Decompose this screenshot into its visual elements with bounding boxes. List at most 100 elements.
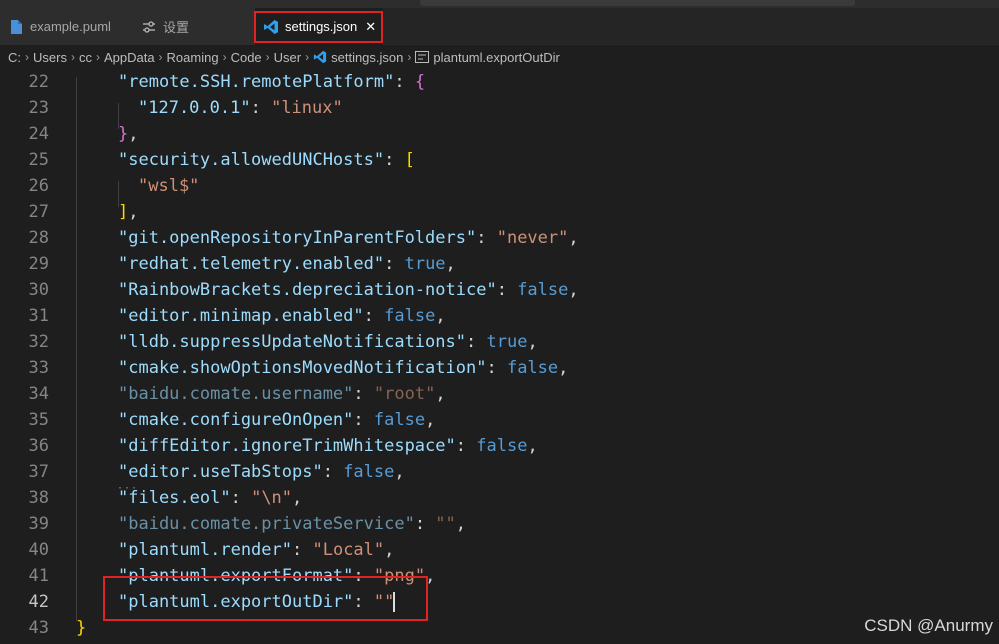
code-line[interactable]: 35 "cmake.configureOnOpen": false, <box>0 407 999 433</box>
vscode-icon <box>263 19 279 35</box>
file-icon <box>8 19 24 35</box>
code-line[interactable]: 34 "baidu.comate.username": "root", <box>0 381 999 407</box>
code-token: : <box>353 566 374 586</box>
code-token: false <box>373 410 426 430</box>
code-token: : <box>353 410 374 430</box>
code-token: , <box>435 384 446 404</box>
line-number: 27 <box>28 202 49 222</box>
breadcrumb-label: Code <box>230 49 262 65</box>
code-token: "redhat.telemetry.enabled" <box>118 254 385 274</box>
breadcrumb-label: User <box>273 49 302 65</box>
code-editor[interactable]: ··· 22 "remote.SSH.remotePlatform": {23 "1… <box>0 69 999 644</box>
code-line[interactable]: 41 "plantuml.exportFormat": "png", <box>0 563 999 589</box>
breadcrumb-label: Users <box>33 49 67 65</box>
code-token: "wsl$" <box>138 176 200 196</box>
close-icon[interactable]: ✕ <box>365 19 376 35</box>
tab-label: example.puml <box>30 19 111 34</box>
tab-settings-ui[interactable]: 设置 <box>133 8 255 45</box>
code-token: , <box>455 514 467 534</box>
tab-scrollbar[interactable] <box>420 0 855 6</box>
line-number: 36 <box>28 436 49 456</box>
breadcrumb-item[interactable]: Code <box>231 50 262 65</box>
code-line[interactable]: 23 "127.0.0.1": "linux" <box>0 95 999 121</box>
code-token: "security.allowedUNCHosts" <box>118 150 385 170</box>
code-token: , <box>425 566 436 586</box>
line-number: 33 <box>28 358 49 378</box>
breadcrumb-label: C: <box>8 49 21 65</box>
code-token: : <box>322 462 344 482</box>
code-line[interactable]: 40 "plantuml.render": "Local", <box>0 537 999 563</box>
code-token: : <box>353 592 374 612</box>
code-line[interactable]: 25 "security.allowedUNCHosts": [ <box>0 147 999 173</box>
code-token: false <box>343 462 395 482</box>
line-number: 30 <box>28 280 49 300</box>
code-line[interactable]: 39 "baidu.comate.privateService": "", <box>0 511 999 537</box>
code-token: "never" <box>496 228 569 248</box>
tab-label: settings.json <box>285 19 358 34</box>
code-token: : <box>496 280 518 300</box>
code-line[interactable]: 22 "remote.SSH.remotePlatform": { <box>0 69 999 95</box>
tab-settings-json[interactable]: settings.json ✕ <box>255 8 383 45</box>
code-token: } <box>118 124 129 144</box>
code-token: , <box>527 332 538 352</box>
code-token: "RainbowBrackets.depreciation-notice" <box>118 280 497 300</box>
code-token: "baidu.comate.privateService" <box>118 514 415 534</box>
code-token: : <box>353 384 374 404</box>
code-line[interactable]: 29 "redhat.telemetry.enabled": true, <box>0 251 999 277</box>
chevron-right-icon: › <box>70 50 75 64</box>
code-line[interactable]: 31 "editor.minimap.enabled": false, <box>0 303 999 329</box>
code-token: : <box>384 150 405 170</box>
code-line[interactable]: 42 "plantuml.exportOutDir": "" <box>0 589 999 615</box>
line-number: 37 <box>28 462 49 482</box>
code-token: true <box>404 254 446 274</box>
code-token: { <box>414 72 426 92</box>
breadcrumb-item[interactable]: AppData <box>104 50 155 65</box>
code-token: , <box>425 410 436 430</box>
code-token: "lldb.suppressUpdateNotifications" <box>118 332 466 352</box>
line-number: 32 <box>28 332 49 352</box>
code-line[interactable]: 30 "RainbowBrackets.depreciation-notice":… <box>0 277 999 303</box>
json-key-icon <box>415 51 430 63</box>
code-token: , <box>568 228 579 248</box>
chevron-right-icon: › <box>305 50 310 64</box>
breadcrumb-item[interactable]: User <box>274 50 301 65</box>
line-number: 22 <box>28 72 49 92</box>
code-token: false <box>517 280 569 300</box>
code-token: : <box>466 332 487 352</box>
code-line[interactable]: 24}, <box>0 121 999 147</box>
code-token: "cmake.configureOnOpen" <box>118 410 354 430</box>
code-token: false <box>384 306 436 326</box>
breadcrumb-item[interactable]: settings.json <box>313 50 403 65</box>
line-number: 39 <box>28 514 49 534</box>
line-number: 31 <box>28 306 49 326</box>
code-token: true <box>486 332 528 352</box>
code-token: , <box>568 280 579 300</box>
code-line[interactable]: 37 "editor.useTabStops": false, <box>0 459 999 485</box>
code-token: : <box>414 514 436 534</box>
line-number: 38 <box>28 488 49 508</box>
code-token: "cmake.showOptionsMovedNotification" <box>118 358 487 378</box>
tab-example-puml[interactable]: example.puml <box>0 8 133 45</box>
code-line[interactable]: 33 "cmake.showOptionsMovedNotification": … <box>0 355 999 381</box>
code-token: : <box>455 436 477 456</box>
code-line[interactable]: 36 "diffEditor.ignoreTrimWhitespace": fal… <box>0 433 999 459</box>
code-token: "\n" <box>251 488 293 508</box>
code-line[interactable]: 28 "git.openRepositoryInParentFolders": "… <box>0 225 999 251</box>
line-number: 28 <box>28 228 49 248</box>
code-line[interactable]: 26 "wsl$" <box>0 173 999 199</box>
code-token: "diffEditor.ignoreTrimWhitespace" <box>118 436 456 456</box>
code-line[interactable]: 38 "files.eol": "\n", <box>0 485 999 511</box>
breadcrumb-item[interactable]: Users <box>33 50 67 65</box>
code-line[interactable]: 43} <box>0 615 999 641</box>
code-token: : <box>394 72 415 92</box>
code-token: : <box>363 306 385 326</box>
breadcrumb-item[interactable]: cc <box>79 50 92 65</box>
chevron-right-icon: › <box>222 50 227 64</box>
breadcrumb-item[interactable]: Roaming <box>167 50 219 65</box>
breadcrumb-item[interactable]: C: <box>8 50 21 65</box>
code-line[interactable]: 27], <box>0 199 999 225</box>
code-token: , <box>435 306 446 326</box>
breadcrumb-item[interactable]: plantuml.exportOutDir <box>415 50 560 65</box>
line-number: 23 <box>28 98 49 118</box>
code-line[interactable]: 32 "lldb.suppressUpdateNotifications": tr… <box>0 329 999 355</box>
